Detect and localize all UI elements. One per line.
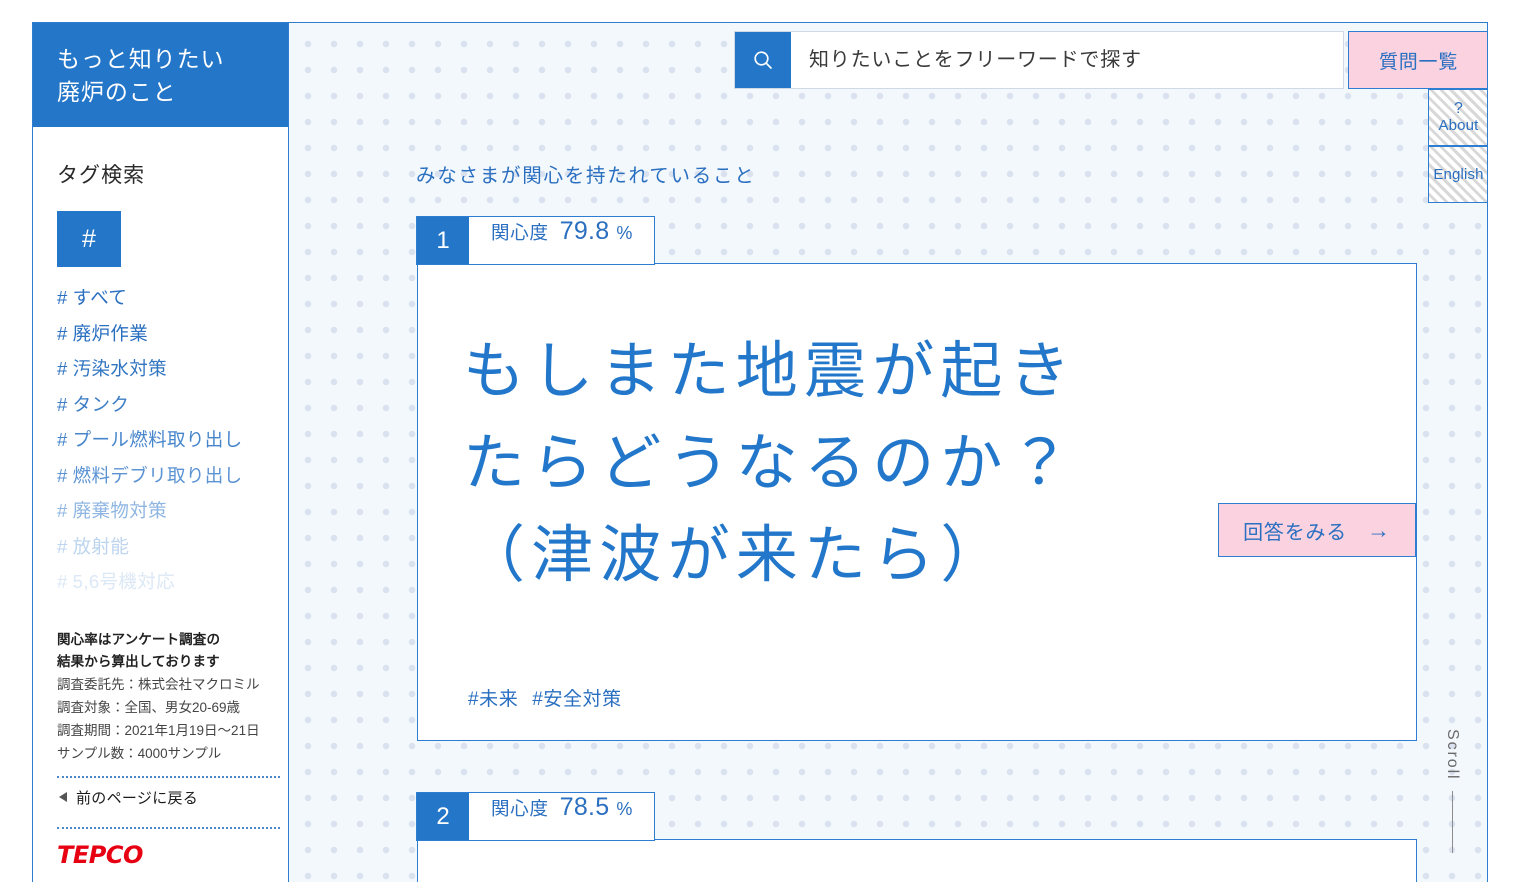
survey-note: 関心率はアンケート調査の 結果から算出しております 調査委託先：株式会社マクロミ…	[57, 629, 280, 869]
percent-sign: %	[616, 799, 633, 819]
hash-icon: #	[57, 571, 68, 592]
interest-score-value: 78.5	[559, 793, 610, 821]
back-to-previous-page-link[interactable]: 前のページに戻る	[57, 778, 279, 817]
question-mark-icon: ?	[1454, 99, 1463, 117]
sidebar-tag-label: タンク	[72, 393, 130, 415]
survey-line-2: 調査対象：全国、男女20-69歳	[57, 699, 241, 715]
sidebar-tag-hoshano[interactable]: # 放射能	[33, 535, 288, 557]
rank-header: 1 関心度 79.8 %	[416, 216, 656, 265]
sidebar-tag-label: すべて	[72, 287, 128, 308]
hash-icon: #	[57, 287, 68, 308]
sidebar-tag-label: 5,6号機対応	[72, 571, 175, 592]
hash-icon: #	[57, 500, 68, 521]
back-link-label: 前のページに戻る	[76, 789, 199, 807]
tag-list: # すべて # 廃炉作業 # 汚染水対策 # タンク # プール燃料取り出し # 燃料デブリ…	[33, 287, 288, 592]
sidebar-tag-label: プール燃料取り出し	[72, 429, 243, 450]
english-label: English	[1433, 166, 1484, 183]
app-frame: もっと知りたい 廃炉のこと タグ検索 # # すべて # 廃炉作業 # 汚染水対策 #…	[32, 22, 1488, 882]
english-button[interactable]: English	[1428, 146, 1487, 203]
interest-score-value: 79.8	[559, 217, 610, 245]
about-button[interactable]: ? About	[1428, 89, 1487, 146]
triangle-left-icon	[59, 791, 67, 802]
sidebar: もっと知りたい 廃炉のこと タグ検索 # # すべて # 廃炉作業 # 汚染水対策 #…	[33, 23, 289, 882]
rank-header: 2 関心度 78.5 %	[416, 792, 656, 841]
divider-bottom	[57, 826, 280, 829]
questions-list-button[interactable]: 質問一覧	[1348, 31, 1487, 89]
about-label: About	[1438, 117, 1479, 135]
sidebar-tag-label: 放射能	[72, 535, 130, 557]
card-tag-list: #未来 #安全対策	[468, 684, 636, 711]
sidebar-tag-subete[interactable]: # すべて	[33, 287, 288, 308]
site-title[interactable]: もっと知りたい 廃炉のこと	[33, 23, 288, 127]
question-text: もしまた地震が起き たらどうなるのか？ （津波が来たら）	[463, 326, 1363, 601]
sidebar-tag-nenryo-debris[interactable]: # 燃料デブリ取り出し	[33, 464, 288, 486]
hash-icon: #	[57, 322, 68, 344]
hash-icon: #	[57, 429, 68, 450]
rank-number-badge: 1	[417, 217, 469, 264]
sidebar-tag-osensuitaisaku[interactable]: # 汚染水対策	[33, 358, 288, 379]
card-tag-mirai[interactable]: #未来	[468, 689, 518, 710]
percent-sign: %	[616, 223, 633, 243]
interest-score-label: 関心度	[491, 798, 549, 819]
sidebar-tag-label: 燃料デブリ取り出し	[72, 464, 243, 486]
survey-line-4: サンプル数：4000サンプル	[57, 746, 222, 762]
interest-score: 関心度 79.8 %	[469, 217, 654, 264]
sidebar-tag-label: 廃炉作業	[72, 322, 149, 344]
scroll-line	[1451, 790, 1453, 853]
hash-badge-icon[interactable]: #	[57, 211, 121, 267]
sidebar-tag-tank[interactable]: # タンク	[33, 393, 288, 415]
search-input[interactable]	[791, 32, 1343, 88]
arrow-right-icon: →	[1367, 516, 1391, 543]
card-tag-anzentaisaku[interactable]: #安全対策	[532, 689, 621, 710]
sidebar-tag-haironsagyo[interactable]: # 廃炉作業	[33, 322, 288, 344]
survey-line-1: 調査委託先：株式会社マクロミル	[57, 676, 260, 692]
interest-score-label: 関心度	[491, 222, 549, 243]
tag-search-heading: タグ検索	[57, 164, 146, 187]
hash-icon: #	[57, 393, 68, 415]
question-card[interactable]: もしまた地震が起き たらどうなるのか？ （津波が来たら） #未来 #安全対策	[417, 263, 1417, 741]
question-card[interactable]	[417, 839, 1417, 882]
sidebar-tag-5-6gouki[interactable]: #5,6号機対応	[33, 571, 288, 592]
sidebar-tag-label: 廃棄物対策	[72, 500, 168, 521]
question-line-1: もしまた地震が起き	[463, 337, 1077, 406]
sidebar-tag-pool-nenryo[interactable]: # プール燃料取り出し	[33, 429, 288, 450]
sidebar-tag-haikibutsu[interactable]: # 廃棄物対策	[33, 500, 288, 521]
main-content: 質問一覧 ? About English みなさまが関心を持たれていること 1 …	[289, 23, 1487, 882]
survey-line-3: 調査期間：2021年1月19日〜21日	[57, 723, 260, 739]
scroll-indicator: Scroll	[1439, 729, 1465, 853]
scroll-label: Scroll	[1444, 729, 1461, 781]
rank-number-badge: 2	[417, 793, 469, 840]
survey-headline-1: 関心率はアンケート調査の	[57, 632, 221, 647]
hash-icon: #	[57, 358, 68, 379]
site-title-line-1: もっと知りたい	[57, 46, 225, 72]
hash-icon: #	[57, 535, 68, 557]
survey-headline-2: 結果から算出しております	[57, 653, 220, 669]
view-answer-label: 回答をみる	[1243, 521, 1348, 544]
hash-icon: #	[57, 464, 68, 486]
sidebar-tag-label: 汚染水対策	[72, 358, 168, 379]
site-title-line-2: 廃炉のこと	[57, 78, 177, 105]
view-answer-button[interactable]: 回答をみる →	[1218, 503, 1416, 557]
question-line-2: たらどうなるのか？	[463, 428, 1077, 498]
section-heading: みなさまが関心を持たれていること	[416, 165, 756, 187]
search-icon[interactable]	[735, 32, 791, 88]
tepco-logo[interactable]: TEPCO	[57, 841, 279, 869]
search-bar[interactable]	[734, 31, 1344, 89]
browser-page: もっと知りたい 廃炉のこと タグ検索 # # すべて # 廃炉作業 # 汚染水対策 #…	[0, 0, 1518, 882]
interest-score: 関心度 78.5 %	[469, 793, 654, 840]
